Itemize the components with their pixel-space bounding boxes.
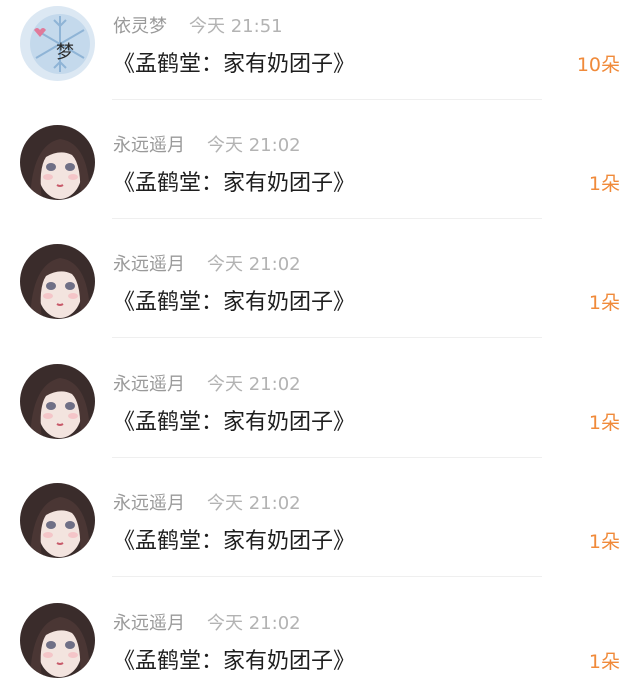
comment-meta: 永远遥月 今天 21:02 <box>113 250 301 276</box>
flower-count: 1朵 <box>588 292 620 314</box>
comment-meta: 永远遥月 今天 21:02 <box>113 609 301 635</box>
timestamp: 今天 21:02 <box>207 613 301 634</box>
list-item[interactable]: 永远遥月 今天 21:02 《孟鹤堂：家有奶团子》 1朵 <box>0 119 640 239</box>
comment-meta: 永远遥月 今天 21:02 <box>113 489 301 515</box>
comment-title[interactable]: 《孟鹤堂：家有奶团子》 <box>113 523 355 555</box>
avatar[interactable] <box>20 364 95 439</box>
list-item[interactable]: 永远遥月 今天 21:02 《孟鹤堂：家有奶团子》 1朵 <box>0 358 640 478</box>
flower-count: 1朵 <box>588 531 620 553</box>
anime-girl-avatar-icon <box>20 244 95 319</box>
timestamp: 今天 21:51 <box>189 16 283 37</box>
comment-title[interactable]: 《孟鹤堂：家有奶团子》 <box>113 643 355 675</box>
list-item[interactable]: 梦 依灵梦 今天 21:51 《孟鹤堂：家有奶团子》 10朵 <box>0 0 640 120</box>
comment-title[interactable]: 《孟鹤堂：家有奶团子》 <box>113 46 355 78</box>
avatar-glyph: 梦 <box>56 42 74 63</box>
comment-meta: 永远遥月 今天 21:02 <box>113 370 301 396</box>
comment-title[interactable]: 《孟鹤堂：家有奶团子》 <box>113 165 355 197</box>
timestamp: 今天 21:02 <box>207 254 301 275</box>
list-item[interactable]: 永远遥月 今天 21:02 《孟鹤堂：家有奶团子》 1朵 <box>0 477 640 597</box>
divider <box>112 457 542 458</box>
timestamp: 今天 21:02 <box>207 374 301 395</box>
flower-count: 10朵 <box>576 54 620 76</box>
anime-girl-avatar-icon <box>20 125 95 200</box>
anime-girl-avatar-icon <box>20 364 95 439</box>
flower-count: 1朵 <box>588 651 620 673</box>
username[interactable]: 永远遥月 <box>113 135 185 156</box>
anime-girl-avatar-icon <box>20 603 95 678</box>
comment-title[interactable]: 《孟鹤堂：家有奶团子》 <box>113 404 355 436</box>
comment-meta: 永远遥月 今天 21:02 <box>113 131 301 157</box>
gift-comment-list: 梦 依灵梦 今天 21:51 《孟鹤堂：家有奶团子》 10朵 永远遥月 今天 21:… <box>0 0 640 700</box>
divider <box>112 218 542 219</box>
comment-title[interactable]: 《孟鹤堂：家有奶团子》 <box>113 284 355 316</box>
list-item[interactable]: 永远遥月 今天 21:02 《孟鹤堂：家有奶团子》 1朵 <box>0 238 640 358</box>
divider <box>112 99 542 100</box>
comment-meta: 依灵梦 今天 21:51 <box>113 12 283 38</box>
avatar[interactable] <box>20 603 95 678</box>
username[interactable]: 永远遥月 <box>113 374 185 395</box>
avatar[interactable] <box>20 125 95 200</box>
flower-count: 1朵 <box>588 173 620 195</box>
divider <box>112 337 542 338</box>
username[interactable]: 永远遥月 <box>113 613 185 634</box>
avatar[interactable] <box>20 244 95 319</box>
timestamp: 今天 21:02 <box>207 135 301 156</box>
avatar[interactable] <box>20 483 95 558</box>
divider <box>112 576 542 577</box>
list-item[interactable]: 永远遥月 今天 21:02 《孟鹤堂：家有奶团子》 1朵 <box>0 597 640 700</box>
username[interactable]: 依灵梦 <box>113 16 167 37</box>
username[interactable]: 永远遥月 <box>113 254 185 275</box>
anime-girl-avatar-icon <box>20 483 95 558</box>
avatar[interactable]: 梦 <box>20 6 95 81</box>
flower-count: 1朵 <box>588 412 620 434</box>
timestamp: 今天 21:02 <box>207 493 301 514</box>
username[interactable]: 永远遥月 <box>113 493 185 514</box>
snowflake-avatar-icon: 梦 <box>20 6 95 81</box>
